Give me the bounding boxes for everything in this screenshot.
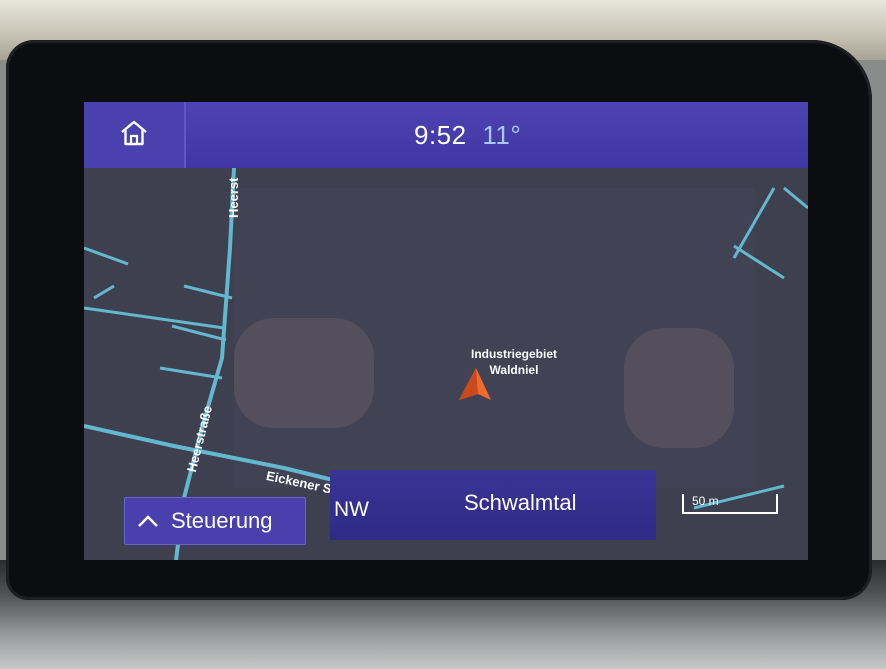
screen-reflection — [624, 328, 734, 448]
chevron-up-icon — [137, 508, 159, 534]
poi-label-line2: Waldniel — [489, 363, 539, 377]
top-bar: 9:52 11° — [84, 102, 808, 168]
navigation-screen: 9:52 11° Industriegebiet Waldniel Heerst… — [84, 102, 808, 560]
clock-temperature: 9:52 11° — [414, 120, 521, 151]
outside-temperature: 11° — [482, 120, 522, 150]
map-scale: 50 m — [682, 494, 778, 514]
home-icon — [119, 119, 149, 152]
steuerung-label: Steuerung — [171, 508, 273, 533]
current-road-name: Schwalmtal — [464, 490, 577, 515]
street-label-heerstrasse-top: Heerst — [226, 177, 241, 218]
clock-time: 9:52 — [414, 120, 467, 150]
poi-label: Industriegebiet Waldniel — [454, 346, 574, 378]
poi-label-line1: Industriegebiet — [470, 347, 557, 361]
screen-reflection — [234, 318, 374, 428]
home-button[interactable] — [84, 102, 186, 168]
map-scale-label: 50 m — [692, 494, 719, 508]
steuerung-button[interactable]: Steuerung — [124, 497, 306, 545]
compass-heading: NW — [334, 498, 369, 521]
